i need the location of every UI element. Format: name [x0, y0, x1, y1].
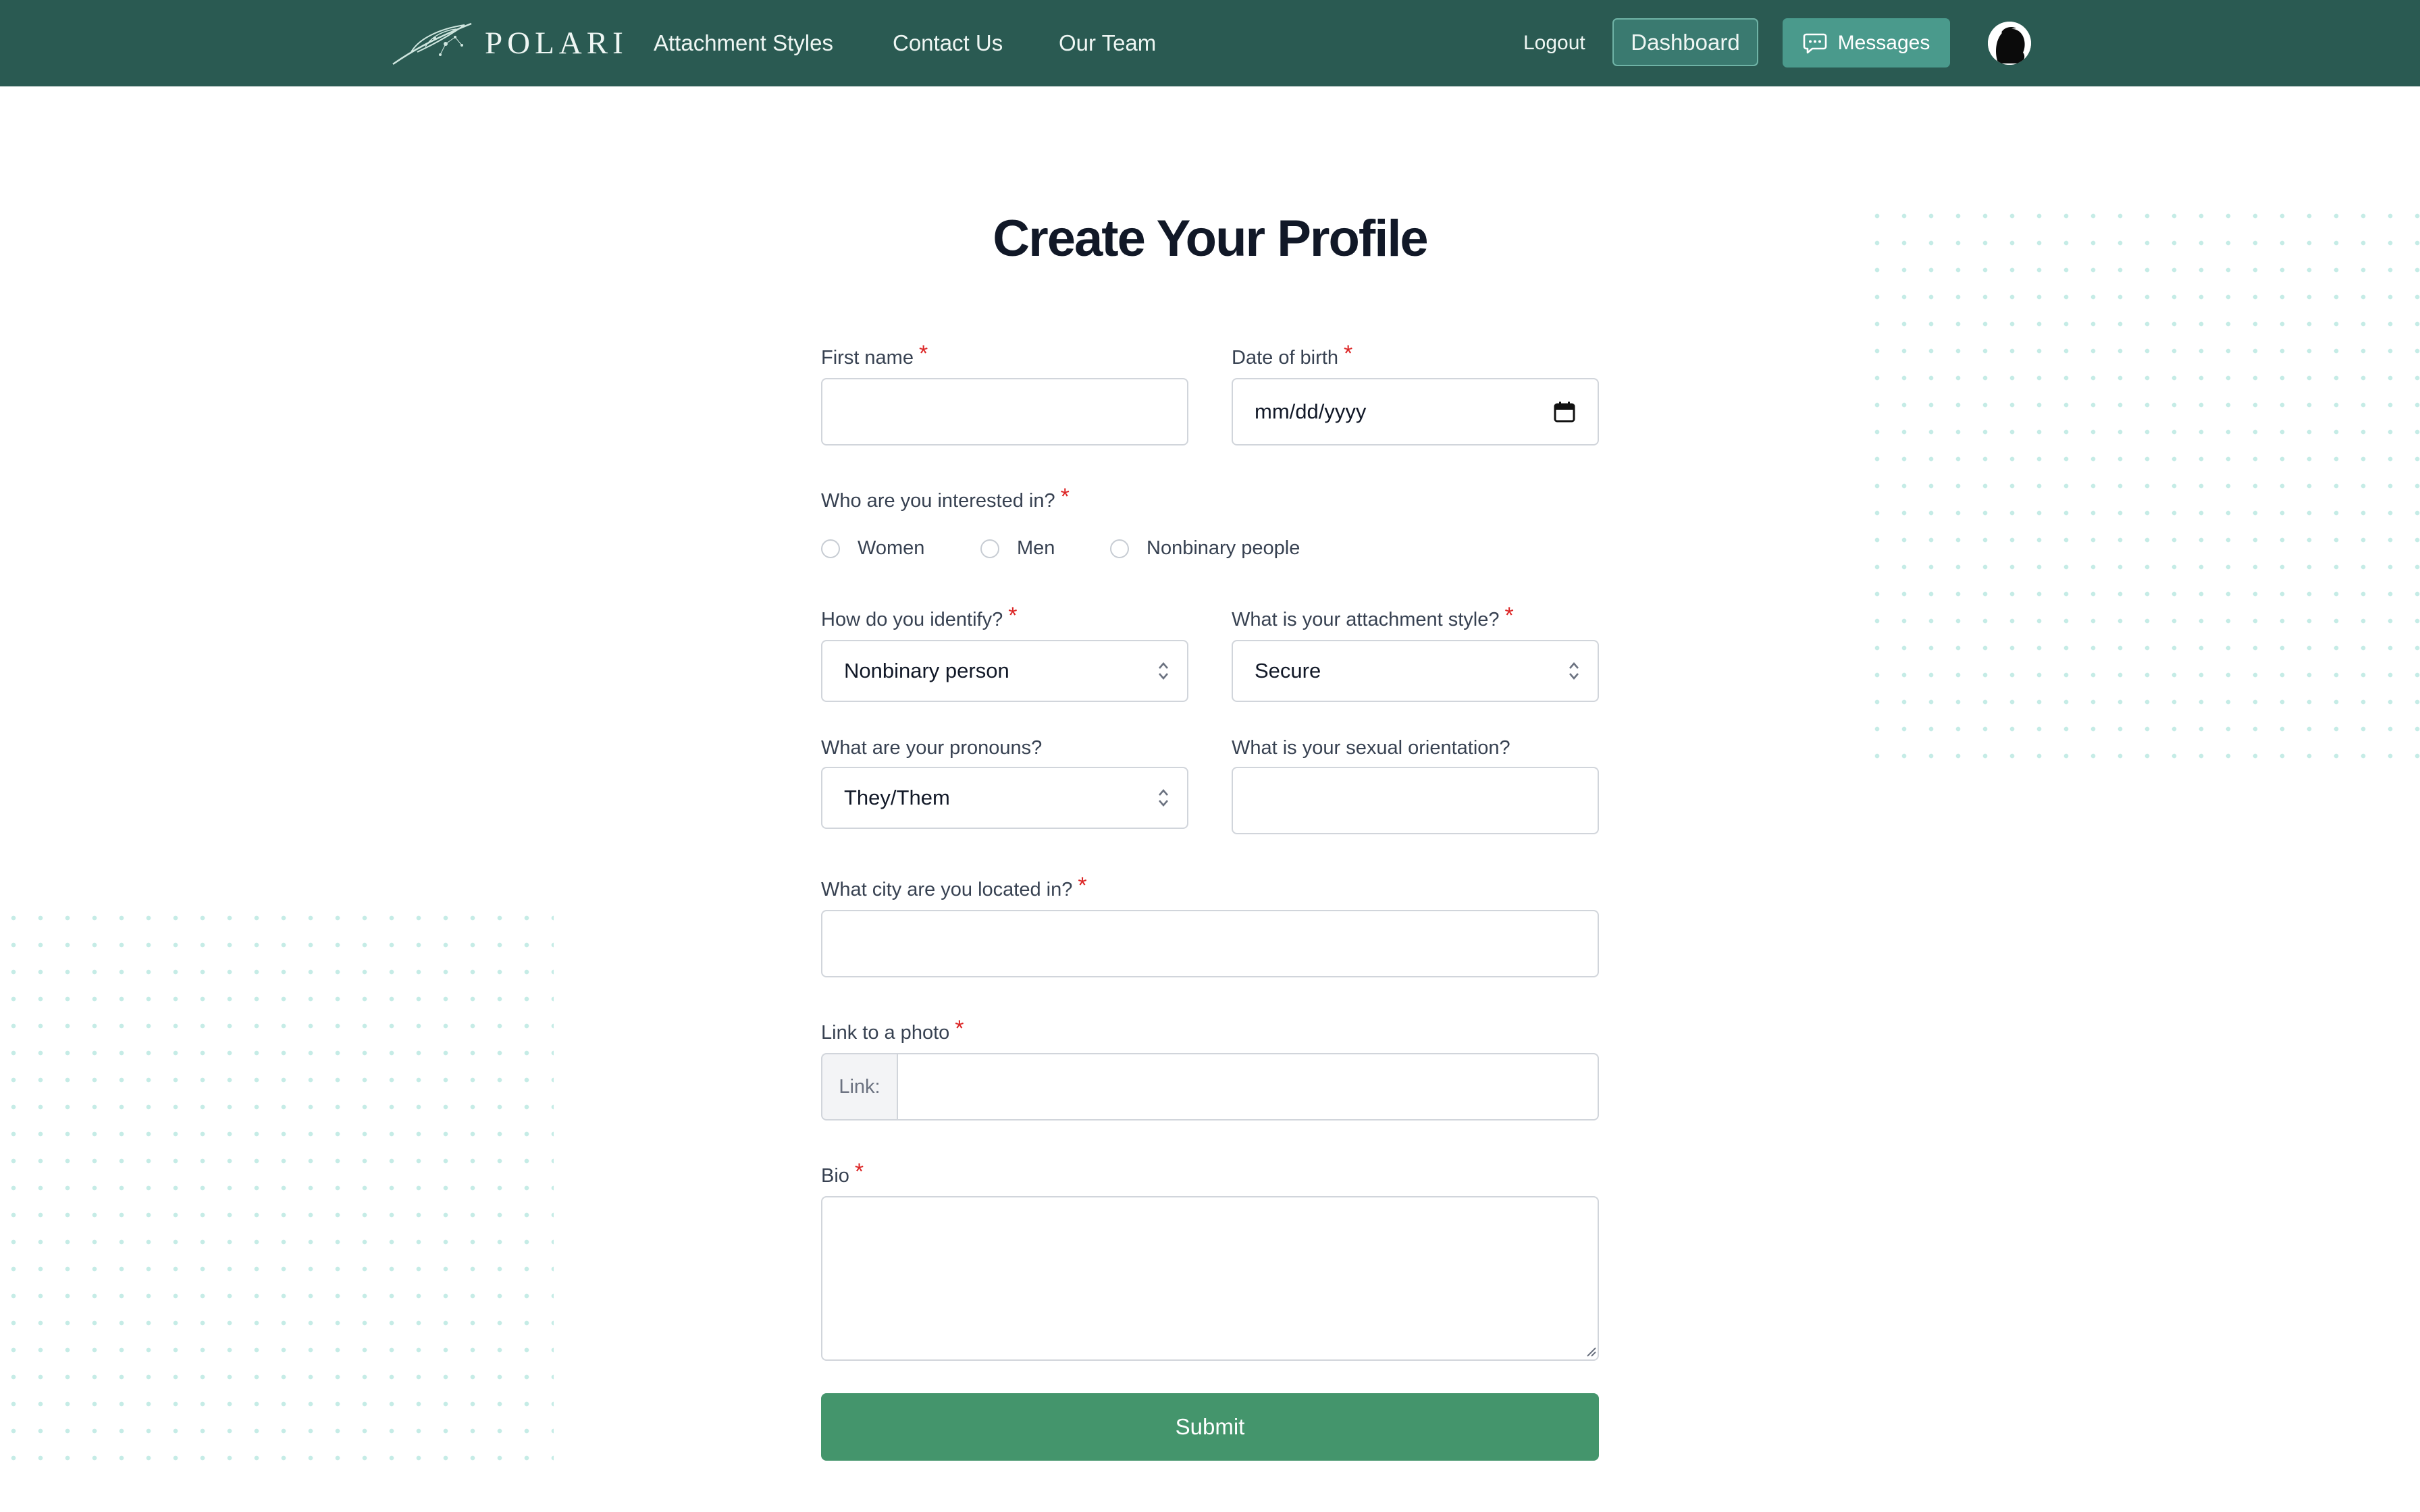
required-asterisk: *	[1343, 341, 1353, 367]
messages-button-label: Messages	[1837, 31, 1930, 54]
first-name-label: First name *	[821, 341, 928, 369]
dob-input[interactable]: mm/dd/yyyy	[1232, 378, 1599, 446]
dot-pattern-right	[1864, 202, 2420, 770]
radio-women[interactable]	[821, 539, 840, 558]
nav-link-our-team[interactable]: Our Team	[1059, 27, 1156, 59]
required-asterisk: *	[918, 341, 928, 367]
logo[interactable]: POLARI	[390, 16, 628, 70]
top-navbar: POLARI Attachment Styles Contact Us Our …	[0, 0, 2420, 86]
required-asterisk: *	[1504, 603, 1514, 628]
nav-link-contact-us[interactable]: Contact Us	[893, 27, 1003, 59]
dob-label: Date of birth *	[1232, 341, 1353, 369]
logout-link[interactable]: Logout	[1523, 30, 1585, 57]
identify-label: How do you identify? *	[821, 603, 1018, 630]
attachment-selected: Secure	[1255, 659, 1321, 682]
identify-selected: Nonbinary person	[844, 659, 1009, 682]
orientation-input[interactable]	[1232, 767, 1599, 834]
chevron-updown-icon	[1569, 662, 1579, 680]
chevron-updown-icon	[1159, 789, 1168, 807]
orientation-label: What is your sexual orientation?	[1232, 737, 1510, 759]
radio-option-nonbinary[interactable]: Nonbinary people	[1110, 537, 1300, 560]
dashboard-button[interactable]: Dashboard	[1612, 18, 1758, 66]
required-asterisk: *	[1060, 484, 1070, 510]
chevron-updown-icon	[1159, 662, 1168, 680]
resize-grip-icon[interactable]	[1585, 1346, 1596, 1357]
radio-option-women[interactable]: Women	[821, 537, 924, 560]
city-input[interactable]	[821, 910, 1599, 977]
bio-label: Bio *	[821, 1159, 864, 1187]
radio-men[interactable]	[980, 539, 999, 558]
required-asterisk: *	[1008, 603, 1018, 628]
calendar-icon[interactable]	[1553, 400, 1576, 423]
photo-link-input[interactable]	[897, 1053, 1599, 1120]
photo-label: Link to a photo *	[821, 1016, 964, 1044]
interested-label: Who are you interested in? *	[821, 484, 1070, 512]
required-asterisk: *	[1078, 873, 1087, 898]
submit-button-label: Submit	[1175, 1414, 1245, 1439]
submit-button[interactable]: Submit	[821, 1393, 1599, 1461]
feather-logo-icon	[392, 22, 472, 65]
page-title: Create Your Profile	[993, 210, 1428, 267]
attachment-select[interactable]: Secure	[1232, 640, 1599, 702]
bio-textarea[interactable]	[821, 1196, 1599, 1361]
attachment-label: What is your attachment style? *	[1232, 603, 1514, 630]
pronouns-select[interactable]: They/Them	[821, 767, 1188, 829]
nav-link-attachment-styles[interactable]: Attachment Styles	[654, 27, 833, 59]
chat-bubble-icon	[1803, 33, 1826, 53]
user-avatar-icon	[1988, 22, 2031, 65]
dob-placeholder: mm/dd/yyyy	[1255, 400, 1367, 423]
user-avatar[interactable]	[1988, 22, 2031, 65]
city-label: What city are you located in? *	[821, 873, 1087, 900]
pronouns-label: What are your pronouns?	[821, 737, 1043, 759]
logo-text: POLARI	[485, 26, 628, 61]
messages-button[interactable]: Messages	[1783, 18, 1950, 68]
radio-nonbinary[interactable]	[1110, 539, 1129, 558]
required-asterisk: *	[854, 1159, 864, 1185]
link-prefix: Link:	[821, 1053, 897, 1120]
required-asterisk: *	[955, 1016, 964, 1042]
dot-pattern-left	[0, 905, 554, 1472]
identify-select[interactable]: Nonbinary person	[821, 640, 1188, 702]
pronouns-selected: They/Them	[844, 786, 950, 809]
radio-option-men[interactable]: Men	[980, 537, 1055, 560]
first-name-input[interactable]	[821, 378, 1188, 446]
dashboard-button-label: Dashboard	[1631, 29, 1740, 55]
